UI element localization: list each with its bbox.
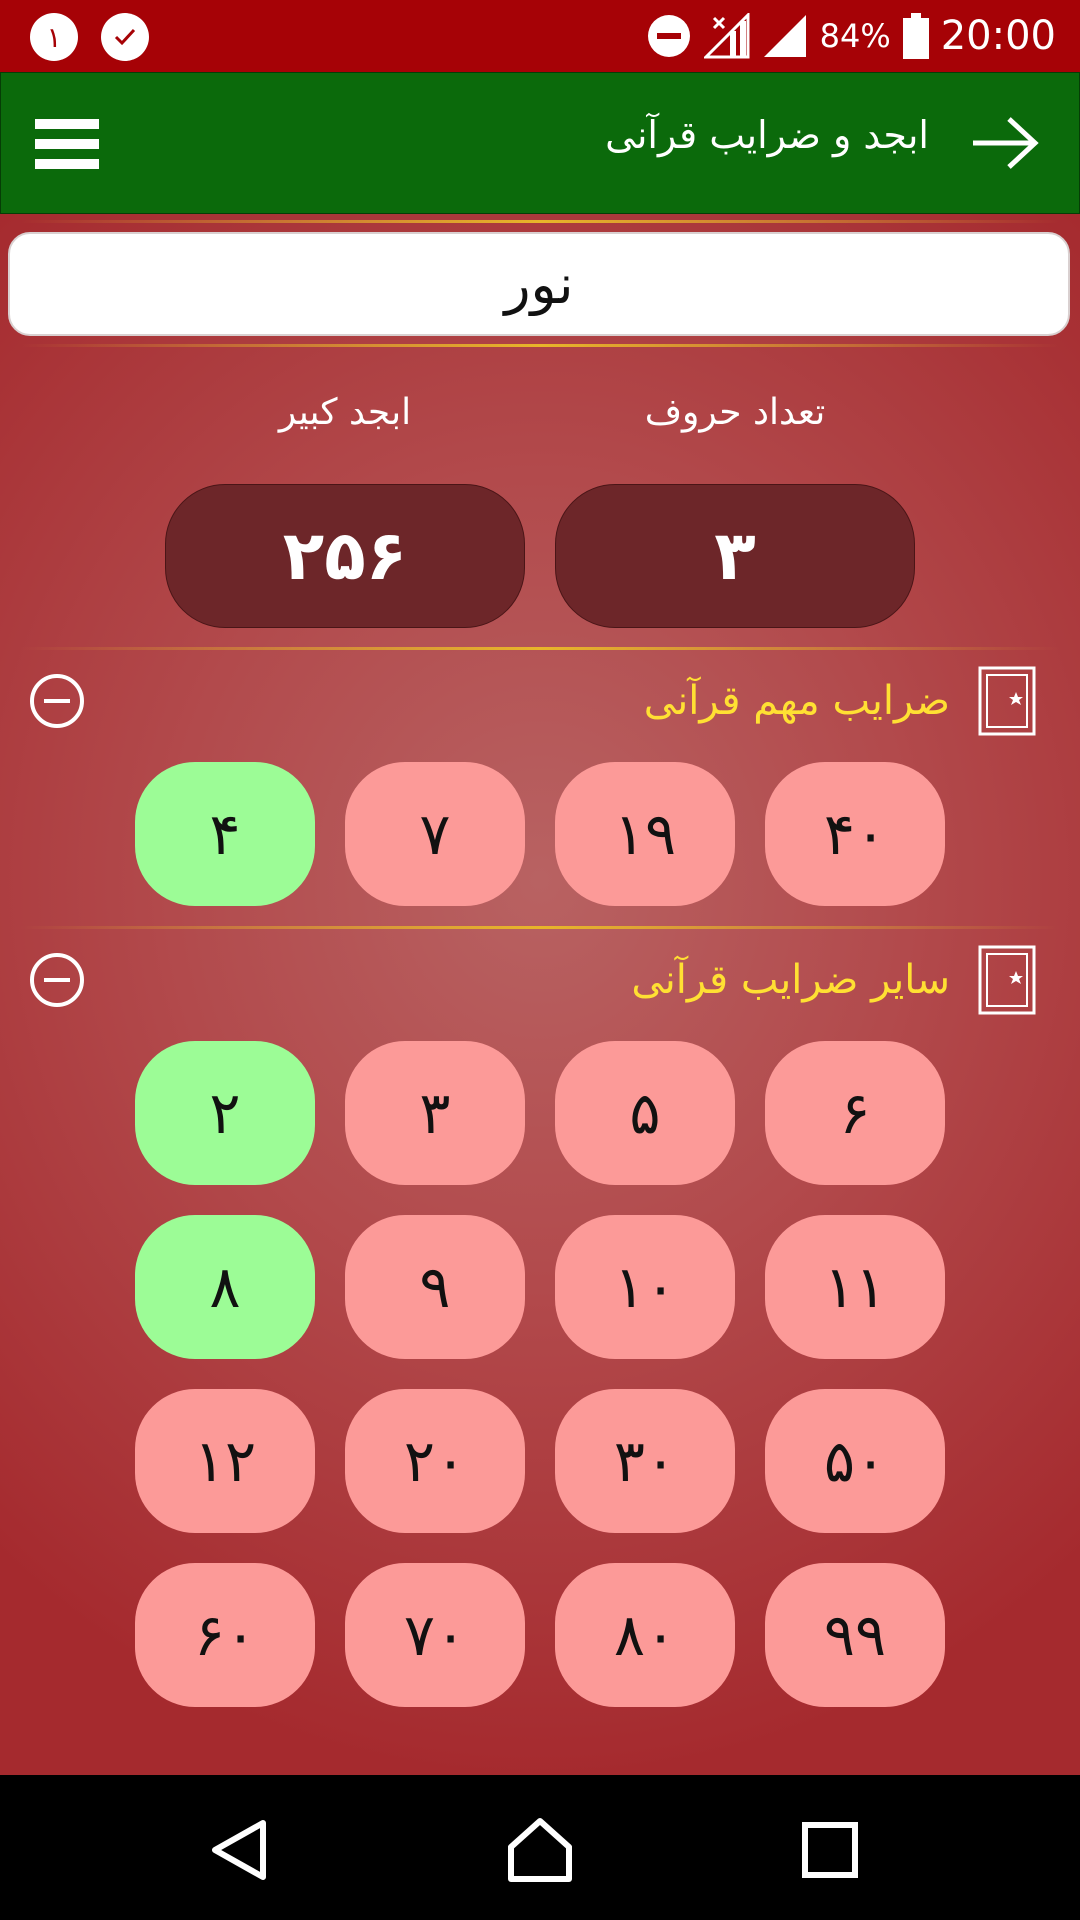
abjad-kabir-label: ابجد کبیر (278, 392, 412, 433)
hamburger-menu-icon[interactable] (35, 119, 99, 169)
word-input[interactable] (8, 232, 1070, 336)
home-nav-icon[interactable] (505, 1815, 575, 1885)
quran-book-icon (978, 666, 1036, 736)
system-navigation-bar (0, 1775, 1080, 1920)
coefficient-chip[interactable]: ۶ (765, 1041, 945, 1185)
back-nav-icon[interactable] (205, 1815, 275, 1885)
status-bar: ١ 84% 20:00 (0, 0, 1080, 72)
coefficient-chip[interactable]: ۵۰ (765, 1389, 945, 1533)
coefficient-chip[interactable]: ۷ (345, 762, 525, 906)
clock: 20:00 (940, 13, 1056, 59)
coefficient-chip[interactable]: ۹ (345, 1215, 525, 1359)
coefficient-chip[interactable]: ۴ (135, 762, 315, 906)
abjad-kabir-value: ۲۵۶ (165, 484, 525, 628)
coefficient-chip[interactable]: ۹۹ (765, 1563, 945, 1707)
letters-count-value: ۳ (555, 484, 915, 628)
coefficient-chip[interactable]: ۱۰ (555, 1215, 735, 1359)
divider (20, 926, 1060, 929)
recents-nav-icon[interactable] (795, 1815, 865, 1885)
coefficient-chip[interactable]: ۳۰ (555, 1389, 735, 1533)
coefficient-chip[interactable]: ۶۰ (135, 1563, 315, 1707)
battery-icon (902, 13, 929, 59)
status-icons: 84% 20:00 (646, 0, 1080, 72)
letters-count-label: تعداد حروف (644, 392, 826, 433)
coefficient-chip[interactable]: ۱۲ (135, 1389, 315, 1533)
divider (20, 647, 1060, 650)
do-not-disturb-icon (647, 15, 690, 57)
coefficient-chip[interactable]: ۲۰ (345, 1389, 525, 1533)
collapse-important-icon[interactable] (30, 674, 84, 728)
back-arrow-icon[interactable] (969, 113, 1041, 173)
coefficient-chip[interactable]: ۱۹ (555, 762, 735, 906)
coefficient-chip[interactable]: ۱۱ (765, 1215, 945, 1359)
divider (20, 344, 1060, 347)
coefficient-chip[interactable]: ۴۰ (765, 762, 945, 906)
signal-no-data-icon (703, 13, 750, 59)
coefficient-chip[interactable]: ۸ (135, 1215, 315, 1359)
signal-icon (763, 15, 806, 57)
app-bar: ابجد و ضرایب قرآنی (0, 72, 1080, 214)
notification-count-icon: ١ (30, 13, 78, 61)
coefficient-chip[interactable]: ۸۰ (555, 1563, 735, 1707)
coefficient-chip[interactable]: ۲ (135, 1041, 315, 1185)
coefficient-chip[interactable]: ۵ (555, 1041, 735, 1185)
app-title: ابجد و ضرایب قرآنی (605, 113, 929, 157)
battery-percent: 84% (819, 17, 891, 55)
check-notification-icon (101, 13, 149, 61)
coefficient-chip[interactable]: ۷۰ (345, 1563, 525, 1707)
collapse-other-icon[interactable] (30, 953, 84, 1007)
quran-book-icon (978, 945, 1036, 1015)
divider (20, 220, 1060, 223)
important-coefficients-title: ضرایب مهم قرآنی (643, 678, 950, 724)
coefficient-chip[interactable]: ۳ (345, 1041, 525, 1185)
other-coefficients-title: سایر ضرایب قرآنی (631, 957, 950, 1003)
notification-count: ١ (46, 20, 62, 54)
